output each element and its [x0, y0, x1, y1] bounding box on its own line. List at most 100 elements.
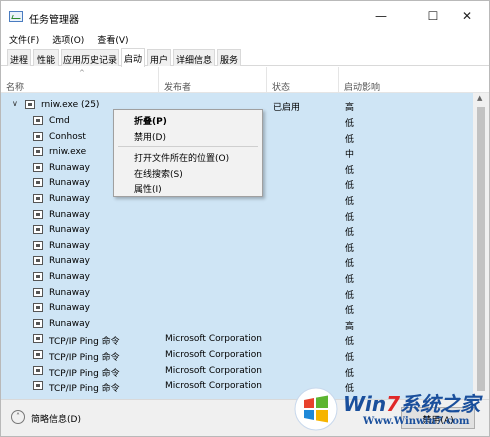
- list-item[interactable]: TCP/IP Ping 命令 Microsoft Corporation 低: [1, 347, 473, 363]
- minimize-button[interactable]: —: [359, 1, 403, 31]
- tab-app-history[interactable]: 应用历史记录: [61, 49, 119, 66]
- list-item[interactable]: Runaway 低: [1, 300, 473, 316]
- list-item[interactable]: TCP/IP Ping 命令 Microsoft Corporation 低: [1, 363, 473, 379]
- watermark-url: Www.Winwin7.com: [363, 416, 470, 427]
- item-name: Runaway: [49, 256, 90, 267]
- app-icon: [33, 272, 43, 281]
- item-name: TCP/IP Ping 命令: [49, 337, 120, 348]
- close-button[interactable]: ✕: [445, 1, 489, 31]
- item-name: TCP/IP Ping 命令: [49, 353, 120, 363]
- list-item[interactable]: Runaway 低: [1, 222, 473, 238]
- app-icon: [33, 381, 43, 391]
- list-item[interactable]: Runaway 低: [1, 285, 473, 301]
- list-item[interactable]: Runaway 低: [1, 253, 473, 269]
- col-publisher[interactable]: 发布者: [159, 67, 267, 93]
- watermark-brand-suffix: 系统之家: [400, 392, 481, 416]
- tab-users[interactable]: 用户: [147, 49, 171, 66]
- window-title: 任务管理器: [29, 15, 79, 26]
- menu-item-collapse[interactable]: 折叠(P): [134, 114, 167, 127]
- menu-bar: 文件(F) 选项(O) 查看(V): [1, 31, 489, 47]
- chevron-down-icon[interactable]: ∨: [12, 99, 18, 108]
- item-impact: 低: [345, 353, 355, 363]
- group-impact: 高: [345, 103, 355, 113]
- item-impact: 低: [345, 290, 355, 301]
- item-name: Runaway: [49, 194, 90, 204]
- item-impact: 低: [345, 337, 355, 348]
- app-icon: [33, 287, 43, 297]
- app-icon: [33, 303, 43, 313]
- list-item[interactable]: Runaway 低: [1, 207, 473, 223]
- tab-services[interactable]: 服务: [217, 49, 241, 66]
- item-publisher: Microsoft Corporation: [165, 350, 262, 360]
- app-icon: [33, 162, 43, 172]
- column-header: 名称 ^ 发布者 状态 启动影响: [1, 67, 489, 93]
- list-item[interactable]: Runaway 高: [1, 316, 473, 332]
- col-status[interactable]: 状态: [267, 67, 339, 93]
- item-impact: 中: [345, 150, 355, 161]
- menu-item-disable[interactable]: 禁用(D): [134, 130, 166, 143]
- windows-logo-icon: [294, 387, 338, 431]
- app-icon: [33, 225, 43, 235]
- item-name: Runaway: [49, 225, 90, 236]
- menu-item-properties[interactable]: 属性(I): [134, 182, 162, 195]
- app-icon: [33, 116, 43, 125]
- item-name: Runaway: [49, 209, 90, 220]
- item-impact: 低: [345, 243, 355, 254]
- item-name: rniw.exe: [49, 147, 87, 158]
- tab-startup[interactable]: 启动: [121, 48, 145, 67]
- item-publisher: Microsoft Corporation: [165, 365, 262, 376]
- item-impact: 低: [345, 275, 355, 285]
- item-name: TCP/IP Ping 命令: [49, 368, 120, 379]
- site-watermark: Win7系统之家 Www.Winwin7.com: [291, 384, 490, 437]
- list-item[interactable]: Runaway 低: [1, 269, 473, 285]
- item-name: TCP/IP Ping 命令: [49, 384, 120, 395]
- list-item[interactable]: TCP/IP Ping 命令 Microsoft Corporation 低: [1, 331, 473, 347]
- app-icon: [25, 100, 35, 109]
- scroll-thumb[interactable]: [477, 107, 485, 391]
- app-icon: [33, 256, 43, 266]
- menu-item-open-location[interactable]: 打开文件所在的位置(O): [134, 151, 229, 164]
- col-impact-label: 启动影响: [344, 83, 381, 93]
- chevron-up-icon[interactable]: ˄: [11, 410, 25, 424]
- tab-processes[interactable]: 进程: [7, 49, 31, 66]
- col-publisher-label: 发布者: [164, 83, 192, 93]
- task-manager-icon: [9, 11, 23, 22]
- col-status-label: 状态: [272, 83, 291, 93]
- item-name: Runaway: [49, 303, 90, 314]
- watermark-brand-prefix: Win: [343, 392, 387, 416]
- tab-details[interactable]: 详细信息: [173, 49, 215, 66]
- item-name: Runaway: [49, 240, 90, 251]
- task-manager-window: 任务管理器 — ☐ ✕ 文件(F) 选项(O) 查看(V) 进程 性能 应用历史…: [0, 0, 490, 437]
- col-impact[interactable]: 启动影响: [339, 67, 473, 93]
- item-name: Conhost: [49, 131, 86, 142]
- tab-bar: 进程 性能 应用历史记录 启动 用户 详细信息 服务: [1, 48, 489, 67]
- group-status: 已启用: [273, 103, 301, 113]
- item-name: Runaway: [49, 162, 90, 173]
- app-icon: [33, 240, 43, 250]
- item-impact: 低: [345, 228, 355, 239]
- item-name: Runaway: [49, 318, 90, 329]
- vertical-scrollbar[interactable]: ▲: [473, 93, 489, 399]
- item-name: Cmd: [49, 116, 70, 126]
- item-name: Runaway: [49, 272, 90, 282]
- app-icon: [33, 365, 43, 375]
- item-impact: 低: [345, 134, 355, 145]
- app-icon: [33, 350, 43, 359]
- app-icon: [33, 131, 43, 141]
- scroll-up-icon[interactable]: ▲: [477, 94, 482, 102]
- sort-up-icon: ^: [79, 69, 85, 77]
- menu-file[interactable]: 文件(F): [1, 31, 44, 47]
- item-impact: 低: [345, 368, 355, 379]
- item-publisher: Microsoft Corporation: [165, 334, 262, 345]
- item-impact: 低: [345, 212, 355, 223]
- menu-item-search-online[interactable]: 在线搜索(S): [134, 167, 183, 180]
- item-impact: 低: [345, 119, 355, 129]
- title-bar[interactable]: 任务管理器 — ☐ ✕: [1, 1, 489, 31]
- list-item[interactable]: Runaway 低: [1, 238, 473, 254]
- menu-view[interactable]: 查看(V): [89, 31, 133, 47]
- app-icon: [33, 194, 43, 203]
- app-icon: [33, 178, 43, 188]
- fewer-details-link[interactable]: 简略信息(D): [31, 412, 81, 425]
- tab-performance[interactable]: 性能: [33, 49, 59, 66]
- menu-options[interactable]: 选项(O): [44, 31, 89, 47]
